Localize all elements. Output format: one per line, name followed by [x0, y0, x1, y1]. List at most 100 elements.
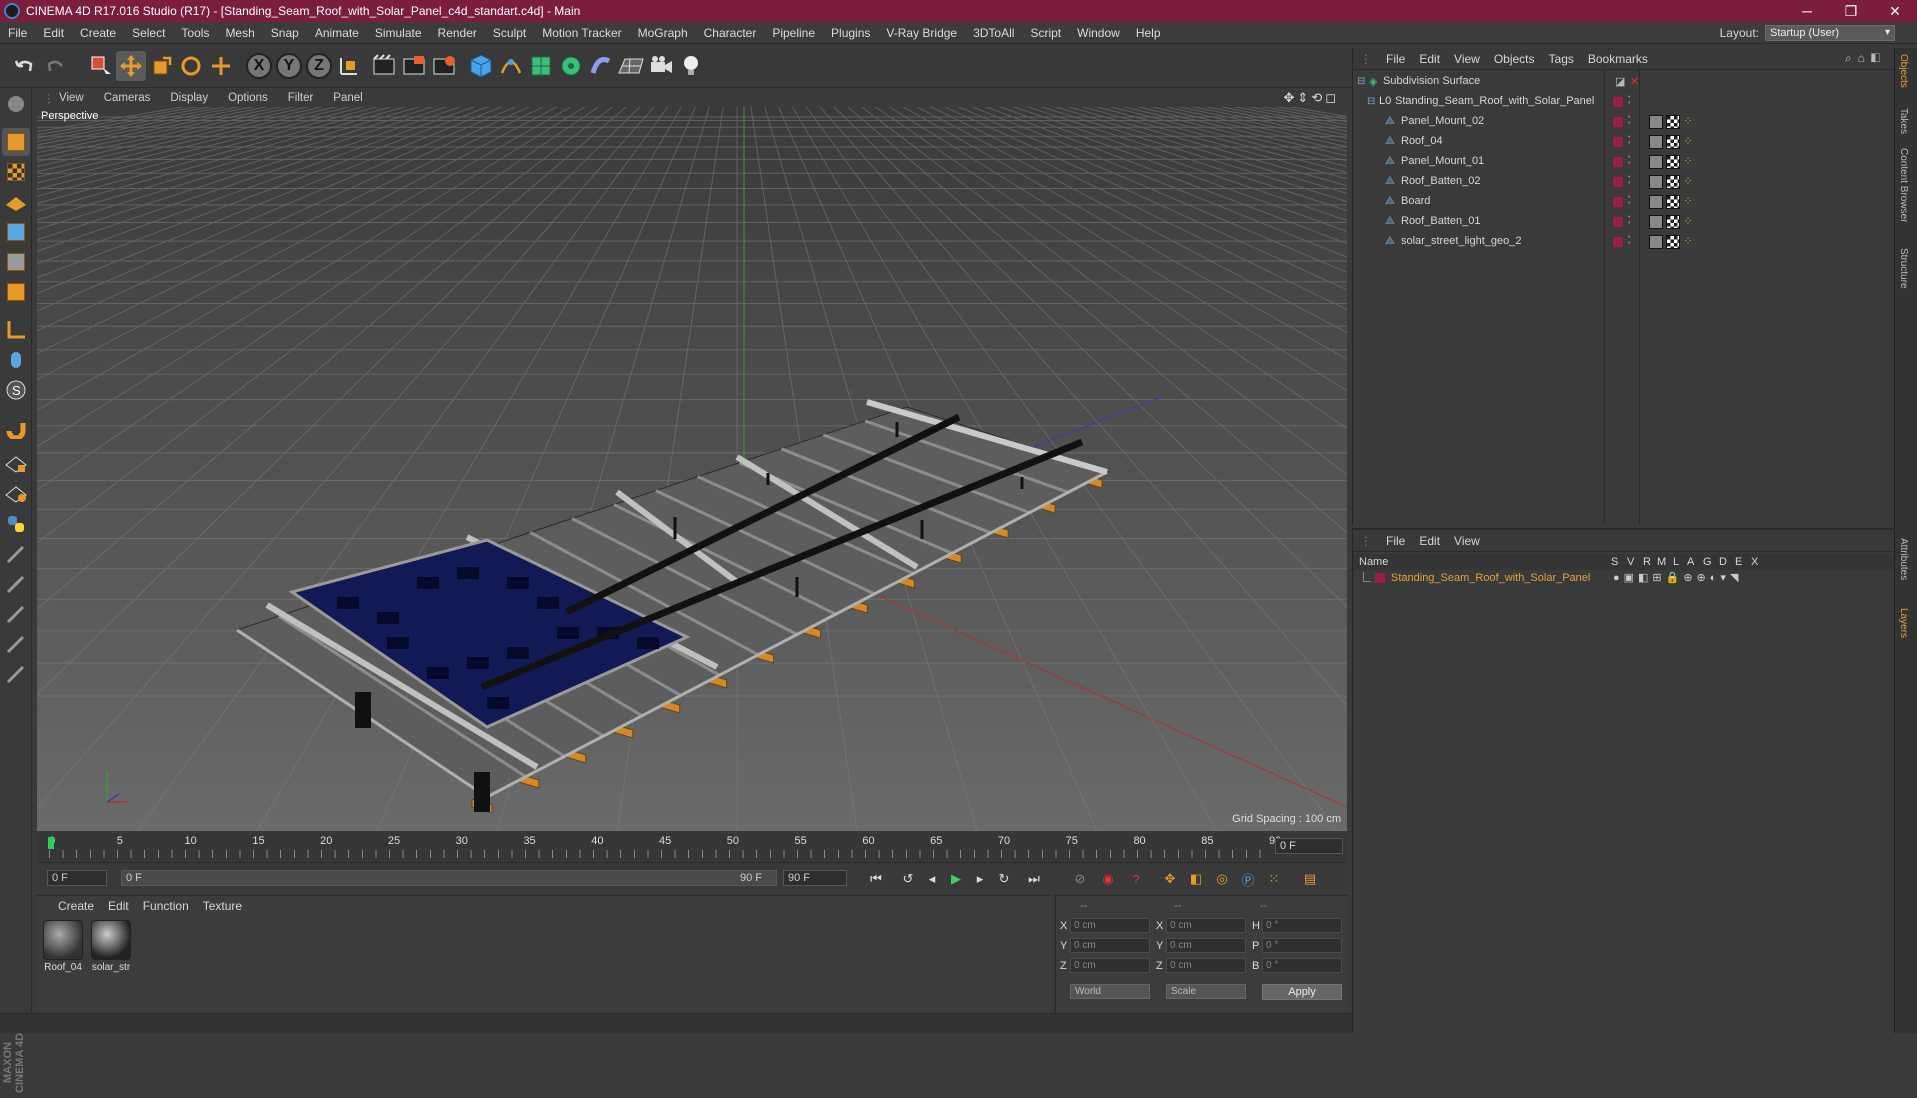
snap-icon[interactable]: [2, 414, 30, 442]
light-object-icon[interactable]: [676, 51, 706, 81]
material-menu-texture[interactable]: Texture: [196, 899, 249, 913]
live-selection-icon[interactable]: [86, 51, 116, 81]
material-menu-edit[interactable]: Edit: [101, 899, 136, 913]
frame-range-slider[interactable]: 0 F 90 F: [121, 870, 777, 886]
timeline-ruler[interactable]: 051015202530354045505560657075808590 0 F: [37, 833, 1347, 861]
coordinate-system-icon[interactable]: [334, 51, 364, 81]
layer-color-icon[interactable]: [1375, 573, 1385, 583]
material-tag-icon[interactable]: [1666, 115, 1680, 129]
selection-tag-icon[interactable]: ⁘: [1683, 235, 1697, 249]
maximize-icon[interactable]: ❐: [1829, 3, 1873, 20]
lock-workplane-icon[interactable]: [2, 450, 30, 478]
layer-color-icon[interactable]: [1613, 217, 1623, 227]
move-tool-icon[interactable]: [116, 51, 146, 81]
selection-tag-icon[interactable]: ⁘: [1683, 215, 1697, 229]
obj-menu-edit[interactable]: Edit: [1412, 52, 1447, 66]
playhead-marker[interactable]: [48, 837, 54, 849]
tab-content-browser[interactable]: Content Browser: [1898, 148, 1909, 222]
sculpt-flatten-icon[interactable]: [2, 660, 30, 688]
object-row-roof-group[interactable]: ⊟ L0 Standing_Seam_Roof_with_Solar_Panel…: [1353, 92, 1895, 112]
texture-tag-icon[interactable]: [1649, 115, 1663, 129]
selection-tag-icon[interactable]: ⁘: [1683, 135, 1697, 149]
make-editable-icon[interactable]: [2, 90, 30, 118]
edges-mode-icon[interactable]: [2, 248, 30, 276]
rotate-tool-icon[interactable]: [176, 51, 206, 81]
camera-object-icon[interactable]: [646, 51, 676, 81]
menu-render[interactable]: Render: [430, 26, 485, 40]
object-row[interactable]: ⟁ Roof_Batten_02 • • ⁘: [1353, 172, 1895, 192]
undo-icon[interactable]: [8, 51, 38, 81]
obj-menu-file[interactable]: File: [1379, 52, 1412, 66]
rotation-p-field[interactable]: 0 °: [1262, 938, 1342, 953]
layer-toggle-icons[interactable]: ●▣◧⊞🔒⊕⊕◐▾◥: [1613, 571, 1742, 584]
position-y-field[interactable]: 0 cm: [1070, 938, 1150, 953]
go-to-end-icon[interactable]: ⏭: [1023, 868, 1045, 890]
x-axis-lock-icon[interactable]: X: [244, 51, 274, 81]
layout-dropdown[interactable]: Startup (User): [1765, 25, 1895, 41]
size-y-field[interactable]: 0 cm: [1166, 938, 1246, 953]
object-row[interactable]: ⟁ Roof_04 • • ⁘: [1353, 132, 1895, 152]
sculpt-smooth-icon[interactable]: [2, 600, 30, 628]
layer-color-icon[interactable]: [1613, 137, 1623, 147]
menu-character[interactable]: Character: [696, 26, 765, 40]
material-solar[interactable]: solar_str: [89, 920, 133, 973]
texture-tag-icon[interactable]: [1649, 195, 1663, 209]
viewport-menu-cameras[interactable]: Cameras: [94, 92, 161, 104]
size-z-field[interactable]: 0 cm: [1166, 958, 1246, 973]
visibility-dots-icon[interactable]: • •: [1628, 214, 1634, 228]
texture-tag-icon[interactable]: [1649, 135, 1663, 149]
obj-menu-tags[interactable]: Tags: [1542, 52, 1581, 66]
layer-color-icon[interactable]: [1613, 177, 1623, 187]
size-mode-dropdown[interactable]: Scale: [1166, 984, 1246, 999]
previous-frame-icon[interactable]: ◂: [921, 868, 943, 890]
previous-key-icon[interactable]: ↺: [897, 868, 919, 890]
material-menu-create[interactable]: Create: [51, 899, 101, 913]
layer-menu-file[interactable]: File: [1379, 534, 1412, 548]
autokey-icon[interactable]: ◉: [1097, 868, 1119, 890]
viewport-perspective[interactable]: ⋮ View Cameras Display Options Filter Pa…: [37, 89, 1347, 831]
menu-window[interactable]: Window: [1069, 26, 1128, 40]
tweak-mode-icon[interactable]: [2, 346, 30, 374]
python-icon[interactable]: [2, 510, 30, 538]
visibility-dots-icon[interactable]: • •: [1628, 234, 1634, 248]
selection-tag-icon[interactable]: ⁘: [1683, 155, 1697, 169]
end-frame-field[interactable]: 90 F: [783, 870, 847, 886]
position-z-field[interactable]: 0 cm: [1070, 958, 1150, 973]
tab-objects[interactable]: Objects: [1898, 54, 1909, 88]
sculpt-pull-icon[interactable]: [2, 570, 30, 598]
y-axis-lock-icon[interactable]: Y: [274, 51, 304, 81]
disable-x-icon[interactable]: ✕: [1630, 75, 1639, 88]
current-frame-field[interactable]: 0 F: [1275, 838, 1343, 854]
visibility-dots-icon[interactable]: • •: [1628, 94, 1634, 108]
visibility-dots-icon[interactable]: • •: [1628, 114, 1634, 128]
sculpt-inflate-icon[interactable]: [2, 630, 30, 658]
key-position-icon[interactable]: ✥: [1159, 868, 1181, 890]
object-row[interactable]: ⟁ Panel_Mount_02 • • ⁘: [1353, 112, 1895, 132]
menu-3dtoall[interactable]: 3DToAll: [965, 26, 1022, 40]
layer-color-icon[interactable]: [1613, 197, 1623, 207]
material-roof[interactable]: Roof_04: [41, 920, 85, 973]
material-tag-icon[interactable]: [1666, 155, 1680, 169]
visibility-check-icon[interactable]: ◪: [1615, 75, 1625, 88]
record-keys-icon[interactable]: ⊘: [1069, 868, 1091, 890]
tab-attributes[interactable]: Attributes: [1898, 538, 1909, 580]
search-icon[interactable]: ⌕⌂◧: [1845, 51, 1894, 66]
menu-file[interactable]: File: [0, 26, 35, 40]
object-row[interactable]: ⟁ Board • • ⁘: [1353, 192, 1895, 212]
menu-motion-tracker[interactable]: Motion Tracker: [534, 26, 629, 40]
viewport-menu-options[interactable]: Options: [218, 92, 278, 104]
texture-mode-icon[interactable]: [2, 158, 30, 186]
next-frame-icon[interactable]: ▸: [969, 868, 991, 890]
obj-menu-view[interactable]: View: [1447, 52, 1487, 66]
visibility-dots-icon[interactable]: • •: [1628, 154, 1634, 168]
close-icon[interactable]: ✕: [1873, 3, 1917, 20]
obj-menu-bookmarks[interactable]: Bookmarks: [1581, 52, 1655, 66]
material-tag-icon[interactable]: [1666, 235, 1680, 249]
menu-edit[interactable]: Edit: [35, 26, 72, 40]
deformer-icon[interactable]: [586, 51, 616, 81]
texture-tag-icon[interactable]: [1649, 155, 1663, 169]
menu-sculpt[interactable]: Sculpt: [485, 26, 534, 40]
object-row[interactable]: ⟁ Roof_Batten_01 • • ⁘: [1353, 212, 1895, 232]
scale-tool-icon[interactable]: [146, 51, 176, 81]
minimize-icon[interactable]: ─: [1785, 3, 1829, 19]
